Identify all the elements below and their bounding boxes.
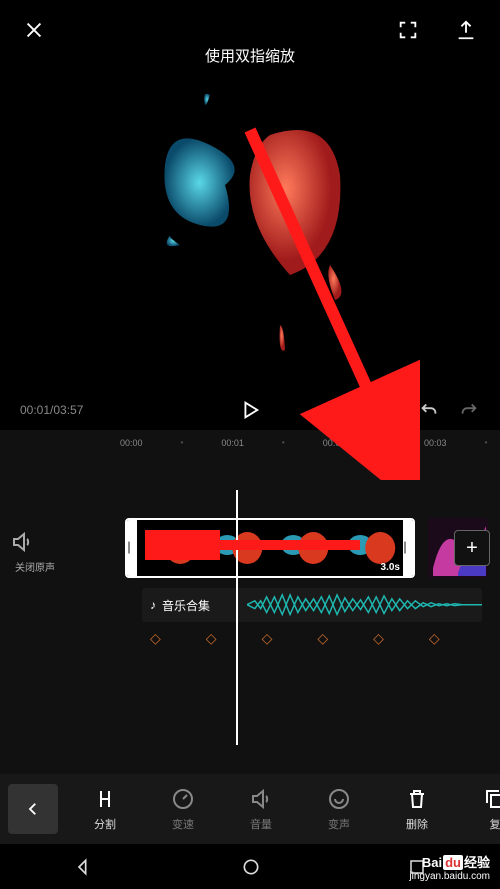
pinch-hint: 使用双指缩放 <box>0 45 500 66</box>
export-icon[interactable] <box>452 16 480 44</box>
tool-speed[interactable]: 变速 <box>144 787 222 832</box>
play-button[interactable] <box>239 399 261 421</box>
bottom-toolbar: 分割 变速 音量 变声 删除 复 <box>0 774 500 844</box>
watermark: Baidu经验 jingyan.baidu.com <box>409 855 490 883</box>
undo-icon[interactable] <box>418 399 440 421</box>
video-clip[interactable]: ▎ ▎ 3.0s <box>125 518 415 578</box>
nav-home-icon[interactable] <box>241 857 261 877</box>
tool-voice-change[interactable]: 变声 <box>300 787 378 832</box>
playhead[interactable] <box>236 490 238 745</box>
time-display: 00:01/03:57 <box>20 403 83 417</box>
track-markers: ◇◇◇◇◇◇ <box>150 630 440 647</box>
clip-duration: 3.0s <box>381 562 400 573</box>
close-icon[interactable] <box>20 16 48 44</box>
tool-volume[interactable]: 音量 <box>222 787 300 832</box>
music-track[interactable]: ♪ 音乐合集 <box>142 588 482 622</box>
music-note-icon: ♪ <box>150 598 156 612</box>
timeline-panel: 00:00• 00:01• 00:02• 00:03• 关闭原声 ▎ ▎ 3.0… <box>0 430 500 774</box>
toolbar-back-button[interactable] <box>8 784 58 834</box>
music-label: 音乐合集 <box>162 597 210 614</box>
clip-handle-left[interactable]: ▎ <box>127 520 137 576</box>
fullscreen-icon[interactable] <box>394 16 422 44</box>
mute-original-button[interactable]: 关闭原声 <box>10 530 60 574</box>
tool-split[interactable]: 分割 <box>66 787 144 832</box>
clip-handle-right[interactable]: ▎ <box>403 520 413 576</box>
nav-back-icon[interactable] <box>74 857 94 877</box>
add-clip-button[interactable]: + <box>454 530 490 566</box>
timeline-ruler: 00:00• 00:01• 00:02• 00:03• <box>0 430 500 455</box>
redo-icon[interactable] <box>458 399 480 421</box>
video-preview[interactable] <box>150 65 350 380</box>
audio-waveform <box>247 591 482 618</box>
tool-copy[interactable]: 复 <box>456 787 500 832</box>
tool-delete[interactable]: 删除 <box>378 787 456 832</box>
